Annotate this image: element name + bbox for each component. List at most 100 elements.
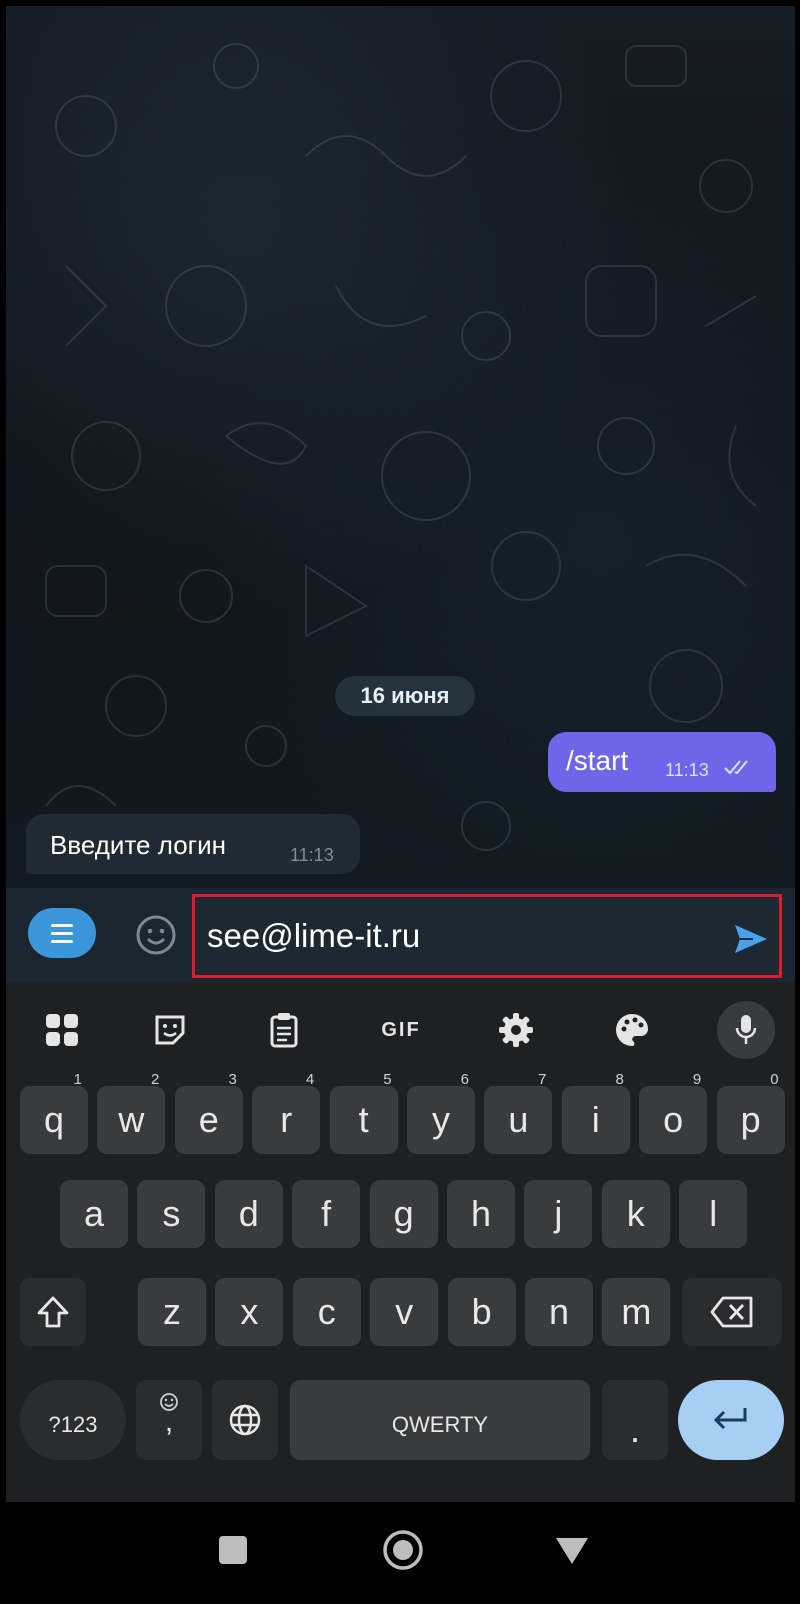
key-label: w xyxy=(118,1099,145,1140)
message-time: 11:13 xyxy=(665,760,709,780)
key-z[interactable]: z xyxy=(138,1278,206,1346)
key-m[interactable]: m xyxy=(602,1278,671,1346)
shift-icon xyxy=(37,1296,69,1328)
key-w[interactable]: w2 xyxy=(97,1072,166,1154)
settings-gear-icon[interactable] xyxy=(486,1002,546,1058)
key-number-hint: 1 xyxy=(73,1071,82,1088)
emoji-comma-key[interactable]: , xyxy=(136,1380,202,1460)
home-button[interactable] xyxy=(382,1529,424,1571)
key-label: y xyxy=(432,1099,450,1140)
space-key[interactable]: QWERTY xyxy=(290,1380,590,1460)
key-t[interactable]: t5 xyxy=(329,1072,398,1154)
key-label: t xyxy=(358,1099,369,1140)
enter-key[interactable] xyxy=(678,1380,784,1460)
message-input[interactable]: see@lime-it.ru xyxy=(192,894,782,978)
gif-label: GIF xyxy=(381,1018,421,1041)
key-label: b xyxy=(471,1291,492,1332)
clipboard-icon[interactable] xyxy=(254,1002,314,1058)
key-h[interactable]: h xyxy=(447,1180,515,1248)
key-o[interactable]: o9 xyxy=(639,1072,708,1154)
system-navigation-bar xyxy=(6,1502,795,1604)
key-label: p xyxy=(740,1099,761,1140)
key-e[interactable]: e3 xyxy=(174,1072,243,1154)
key-n[interactable]: n xyxy=(525,1278,593,1346)
gif-button[interactable]: GIF xyxy=(371,1002,431,1058)
key-label: u xyxy=(508,1099,529,1140)
key-label: z xyxy=(163,1291,181,1332)
theme-palette-icon[interactable] xyxy=(602,1002,662,1058)
voice-input-button[interactable] xyxy=(716,1001,776,1059)
key-label: k xyxy=(626,1193,645,1234)
key-number-hint: 2 xyxy=(151,1071,160,1088)
menu-icon xyxy=(51,924,73,927)
period-key[interactable]: . xyxy=(602,1380,668,1460)
key-label: o xyxy=(663,1099,684,1140)
key-label: q xyxy=(43,1099,65,1140)
key-i[interactable]: i8 xyxy=(561,1072,630,1154)
key-r[interactable]: r4 xyxy=(252,1072,321,1154)
key-label: h xyxy=(470,1193,492,1234)
key-l[interactable]: l xyxy=(679,1180,748,1248)
key-k[interactable]: k xyxy=(601,1180,670,1248)
key-q[interactable]: q1 xyxy=(20,1072,88,1154)
key-label: g xyxy=(393,1193,414,1234)
message-time: 11:13 xyxy=(290,845,334,865)
key-number-hint: 9 xyxy=(692,1071,702,1088)
message-input-value: see@lime-it.ru xyxy=(207,917,421,954)
key-label: l xyxy=(709,1193,718,1234)
space-key-label: QWERTY xyxy=(391,1412,489,1437)
key-label: c xyxy=(317,1291,336,1332)
key-label: x xyxy=(240,1291,259,1332)
key-label: v xyxy=(395,1291,414,1332)
key-v[interactable]: v xyxy=(370,1278,439,1346)
chat-area[interactable]: 16 июня /start 11:13 Введите логин 11:13 xyxy=(6,6,795,888)
key-label: s xyxy=(162,1193,181,1234)
key-label: e xyxy=(198,1099,219,1140)
key-u[interactable]: u7 xyxy=(484,1072,553,1154)
key-y[interactable]: y6 xyxy=(407,1072,475,1154)
key-label: a xyxy=(83,1193,105,1234)
key-p[interactable]: p0 xyxy=(716,1072,785,1154)
enter-icon xyxy=(713,1408,747,1430)
key-number-hint: 3 xyxy=(228,1071,237,1088)
key-x[interactable]: x xyxy=(215,1278,284,1346)
message-text: /start xyxy=(566,745,629,776)
key-a[interactable]: a xyxy=(60,1180,128,1248)
send-icon[interactable] xyxy=(731,919,771,959)
emoji-icon[interactable] xyxy=(134,913,178,957)
bot-menu-button[interactable] xyxy=(28,908,96,958)
comma-label: , xyxy=(164,1405,174,1438)
key-s[interactable]: s xyxy=(137,1180,206,1248)
microphone-icon xyxy=(717,1001,775,1059)
symbols-key[interactable]: ?123 xyxy=(20,1380,126,1460)
double-check-icon xyxy=(724,760,748,775)
outgoing-message[interactable]: /start 11:13 xyxy=(548,732,776,792)
language-key[interactable] xyxy=(212,1380,278,1460)
message-text: Введите логин xyxy=(50,830,227,860)
key-label: i xyxy=(591,1099,600,1140)
backspace-key[interactable] xyxy=(682,1278,782,1346)
key-number-hint: 0 xyxy=(770,1071,779,1088)
key-j[interactable]: j xyxy=(524,1180,593,1248)
keyboard: GIF ?123 , QWERTY . q 1 w 2 e 3 r 4 t 5 … xyxy=(6,982,795,1502)
date-separator: 16 июня xyxy=(335,676,475,716)
key-number-hint: 6 xyxy=(460,1071,469,1088)
key-c[interactable]: c xyxy=(292,1278,361,1346)
key-f[interactable]: f xyxy=(292,1180,361,1248)
incoming-message[interactable]: Введите логин 11:13 xyxy=(26,814,360,874)
apps-grid-icon[interactable] xyxy=(32,1002,92,1058)
key-b[interactable]: b xyxy=(447,1278,516,1346)
sticker-icon[interactable] xyxy=(140,1002,200,1058)
key-number-hint: 8 xyxy=(615,1071,624,1088)
back-button[interactable] xyxy=(554,1536,590,1566)
backspace-icon xyxy=(710,1296,753,1328)
key-label: f xyxy=(321,1193,332,1234)
key-number-hint: 7 xyxy=(538,1071,547,1088)
recents-button[interactable] xyxy=(219,1536,247,1564)
period-label: . xyxy=(629,1409,640,1450)
key-g[interactable]: g xyxy=(369,1180,438,1248)
shift-key[interactable] xyxy=(20,1278,86,1346)
symbols-key-label: ?123 xyxy=(48,1412,98,1437)
key-d[interactable]: d xyxy=(214,1180,283,1248)
key-label: j xyxy=(554,1193,563,1234)
